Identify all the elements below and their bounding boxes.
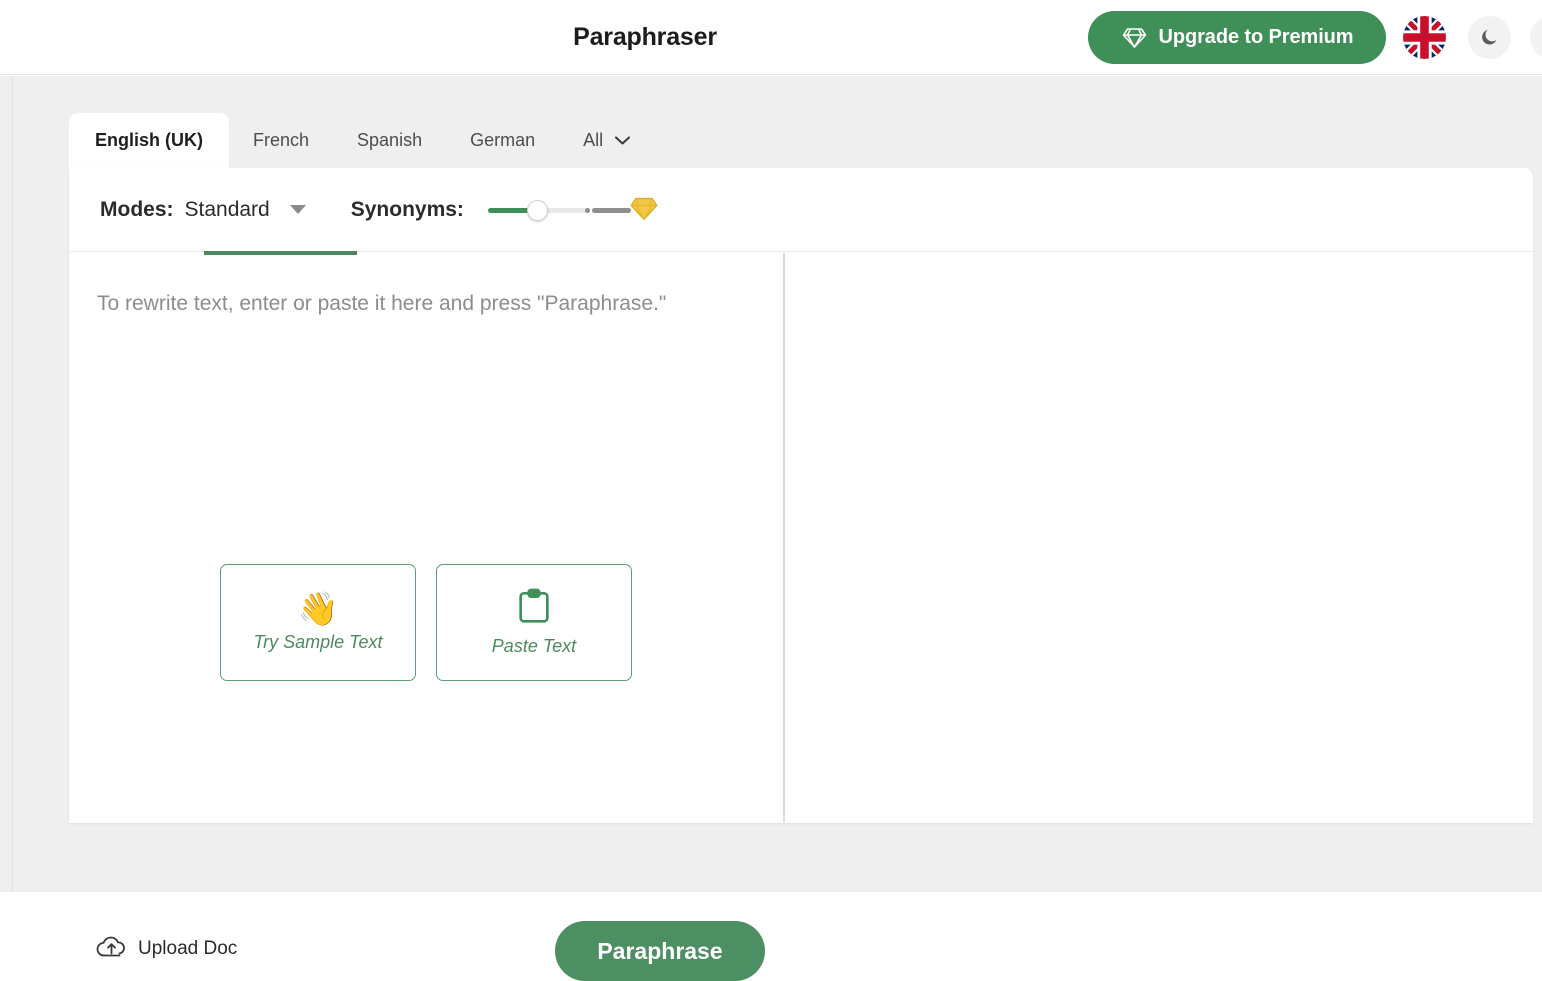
cloud-upload-icon bbox=[96, 934, 127, 964]
caret-down-icon bbox=[289, 201, 306, 219]
app-header: Paraphraser Upgrade to Premium bbox=[0, 0, 1542, 75]
paraphraser-card: Modes: Standard Synonyms: To rewrite tex… bbox=[69, 168, 1533, 981]
input-pane[interactable]: To rewrite text, enter or paste it here … bbox=[69, 253, 783, 981]
tab-german[interactable]: German bbox=[446, 113, 559, 168]
synonyms-label: Synonyms: bbox=[350, 197, 464, 221]
mode-dropdown[interactable]: Standard bbox=[185, 168, 310, 252]
upload-doc-label: Upload Doc bbox=[138, 938, 238, 959]
slider-tick-dot bbox=[584, 207, 590, 213]
paste-text-label: Paste Text bbox=[491, 636, 577, 656]
gem-icon bbox=[1121, 26, 1148, 50]
uk-flag-icon[interactable] bbox=[1403, 16, 1446, 59]
gem-premium-icon[interactable] bbox=[629, 195, 659, 228]
slider-track-filled bbox=[487, 207, 530, 213]
slider-track-premium bbox=[591, 207, 631, 213]
upload-doc-button[interactable]: Upload Doc bbox=[96, 934, 237, 964]
tab-all[interactable]: All bbox=[559, 113, 655, 168]
moon-icon bbox=[1482, 29, 1497, 45]
tab-spanish[interactable]: Spanish bbox=[333, 113, 446, 168]
tab-label: German bbox=[470, 130, 536, 150]
dark-mode-toggle[interactable] bbox=[1468, 16, 1511, 59]
tab-label: Spanish bbox=[357, 130, 423, 150]
header-extra-button[interactable] bbox=[1530, 16, 1542, 59]
try-sample-text-button[interactable]: 👋 Try Sample Text bbox=[220, 564, 416, 681]
tab-english-uk[interactable]: English (UK) bbox=[69, 113, 229, 168]
slider-thumb[interactable] bbox=[526, 199, 548, 221]
tab-label: English (UK) bbox=[95, 130, 203, 150]
tab-label: All bbox=[583, 130, 604, 150]
tab-label: French bbox=[253, 130, 310, 150]
paste-text-button[interactable]: Paste Text bbox=[436, 564, 632, 681]
try-sample-text-label: Try Sample Text bbox=[253, 632, 383, 652]
synonyms-slider[interactable] bbox=[481, 195, 658, 225]
paraphrase-button[interactable]: Paraphrase bbox=[555, 921, 765, 981]
waving-hand-icon: 👋 bbox=[297, 590, 339, 627]
upgrade-button-label: Upgrade to Premium bbox=[1158, 26, 1354, 48]
modes-toolbar: Modes: Standard Synonyms: bbox=[69, 168, 1533, 255]
upgrade-to-premium-button[interactable]: Upgrade to Premium bbox=[1088, 11, 1386, 64]
mode-dropdown-value: Standard bbox=[184, 197, 270, 221]
tab-french[interactable]: French bbox=[229, 113, 333, 168]
input-placeholder: To rewrite text, enter or paste it here … bbox=[97, 292, 667, 315]
clipboard-icon bbox=[518, 588, 550, 629]
language-tabs: English (UK) French Spanish German All bbox=[69, 113, 655, 168]
output-pane[interactable] bbox=[785, 253, 1533, 823]
chevron-down-icon bbox=[614, 135, 631, 146]
input-action-buttons: 👋 Try Sample Text Paste Text bbox=[220, 564, 632, 681]
modes-label: Modes: bbox=[100, 197, 174, 221]
